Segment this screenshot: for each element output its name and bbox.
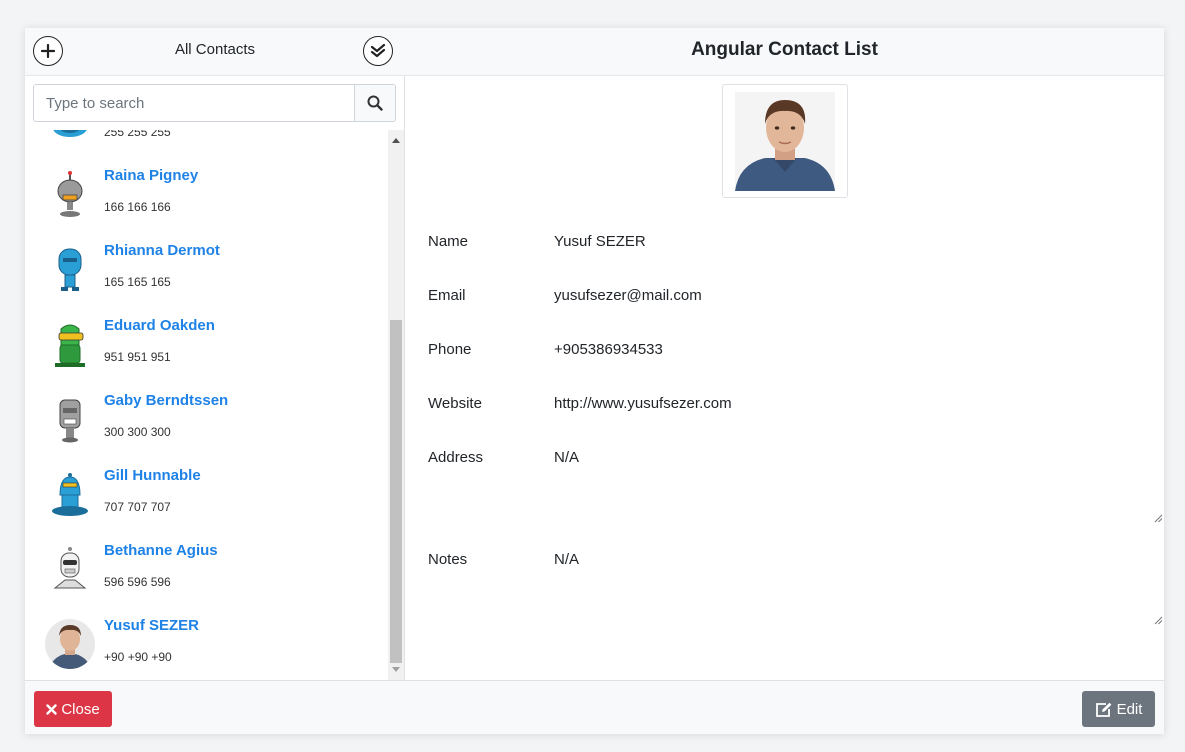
robot-avatar-icon — [53, 130, 87, 137]
sidebar-title: All Contacts — [174, 41, 256, 58]
search-icon — [367, 95, 383, 111]
notes-label: Notes — [428, 551, 468, 568]
contact-item[interactable]: Gill Hunnable 707 707 707 — [25, 458, 388, 533]
contact-name: Gaby Berndtssen — [104, 392, 229, 409]
contact-detail-panel: Angular Contact List Name Yusuf SEZER Em… — [405, 28, 1164, 680]
edit-icon — [1095, 702, 1111, 717]
detail-header: Angular Contact List — [405, 28, 1164, 76]
notes-value: N/A — [554, 551, 580, 568]
email-label: Email — [428, 287, 466, 304]
contact-name: Yusuf SEZER — [104, 617, 200, 634]
contacts-sidebar: All Contacts 255 255 255 — [25, 28, 405, 680]
contact-phone: 300 300 300 — [104, 425, 171, 439]
robot-avatar-icon — [55, 324, 85, 367]
contact-phone: 255 255 255 — [104, 130, 171, 139]
double-check-icon — [370, 43, 386, 58]
contact-item[interactable]: Bethanne Agius 596 596 596 — [25, 533, 388, 608]
card-footer: Close Edit — [25, 680, 1164, 734]
contact-app-card: All Contacts 255 255 255 — [25, 28, 1164, 734]
contact-photo — [722, 84, 848, 198]
search-button[interactable] — [354, 85, 395, 121]
contact-name: Eduard Oakden — [104, 317, 215, 334]
close-icon — [46, 703, 58, 715]
search-input[interactable] — [34, 85, 354, 121]
contact-item[interactable]: Raina Pigney 166 166 166 — [25, 158, 388, 233]
page-title: Angular Contact List — [691, 39, 878, 60]
contact-list-scrollbar[interactable] — [388, 130, 404, 680]
edit-button-label: Edit — [1116, 700, 1143, 718]
phone-value: +905386934533 — [554, 341, 663, 358]
address-value: N/A — [554, 449, 580, 466]
sidebar-header: All Contacts — [25, 28, 405, 76]
close-button[interactable]: Close — [34, 691, 112, 727]
robot-avatar-icon — [58, 248, 82, 291]
contact-phone: 707 707 707 — [104, 500, 171, 514]
contact-name: Raina Pigney — [104, 167, 199, 184]
scroll-down-arrow-icon[interactable] — [388, 662, 404, 678]
scrollbar-thumb[interactable] — [390, 320, 402, 663]
contact-phone: +90 +90 +90 — [104, 650, 172, 664]
contact-phone: 596 596 596 — [104, 575, 171, 589]
contact-item[interactable]: Yusuf SEZER +90 +90 +90 — [25, 608, 388, 680]
scroll-up-arrow-icon[interactable] — [388, 132, 404, 148]
email-value: yusufsezer@mail.com — [554, 287, 702, 304]
close-button-label: Close — [61, 700, 100, 718]
robot-avatar-icon — [53, 547, 87, 589]
edit-button[interactable]: Edit — [1082, 691, 1155, 727]
name-label: Name — [428, 233, 469, 250]
name-value: Yusuf SEZER — [554, 233, 646, 250]
contact-name: Rhianna Dermot — [104, 242, 220, 259]
person-photo-image — [735, 92, 835, 191]
person-avatar — [45, 619, 95, 669]
contact-name: Gill Hunnable — [104, 467, 201, 484]
contact-item[interactable]: Eduard Oakden 951 951 951 — [25, 308, 388, 383]
resize-grip-icon[interactable] — [1153, 615, 1163, 625]
robot-avatar-icon — [59, 399, 81, 443]
search-box — [33, 84, 396, 122]
contact-item[interactable]: 255 255 255 — [25, 130, 388, 158]
contact-phone: 166 166 166 — [104, 200, 171, 214]
contact-list: 255 255 255 Raina Pigney 166 166 166 Rhi… — [25, 130, 388, 680]
phone-label: Phone — [428, 341, 472, 358]
contact-phone: 165 165 165 — [104, 275, 171, 289]
website-value: http://www.yusufsezer.com — [554, 395, 732, 412]
contact-name: Bethanne Agius — [104, 542, 218, 559]
contact-item[interactable]: Gaby Berndtssen 300 300 300 — [25, 383, 388, 458]
robot-avatar-icon — [57, 171, 83, 217]
contact-item[interactable]: Rhianna Dermot 165 165 165 — [25, 233, 388, 308]
robot-avatar-icon — [52, 473, 88, 516]
contact-phone: 951 951 951 — [104, 350, 171, 364]
select-all-button[interactable] — [363, 36, 393, 66]
resize-grip-icon[interactable] — [1153, 513, 1163, 523]
address-label: Address — [428, 449, 484, 466]
website-label: Website — [428, 395, 482, 412]
